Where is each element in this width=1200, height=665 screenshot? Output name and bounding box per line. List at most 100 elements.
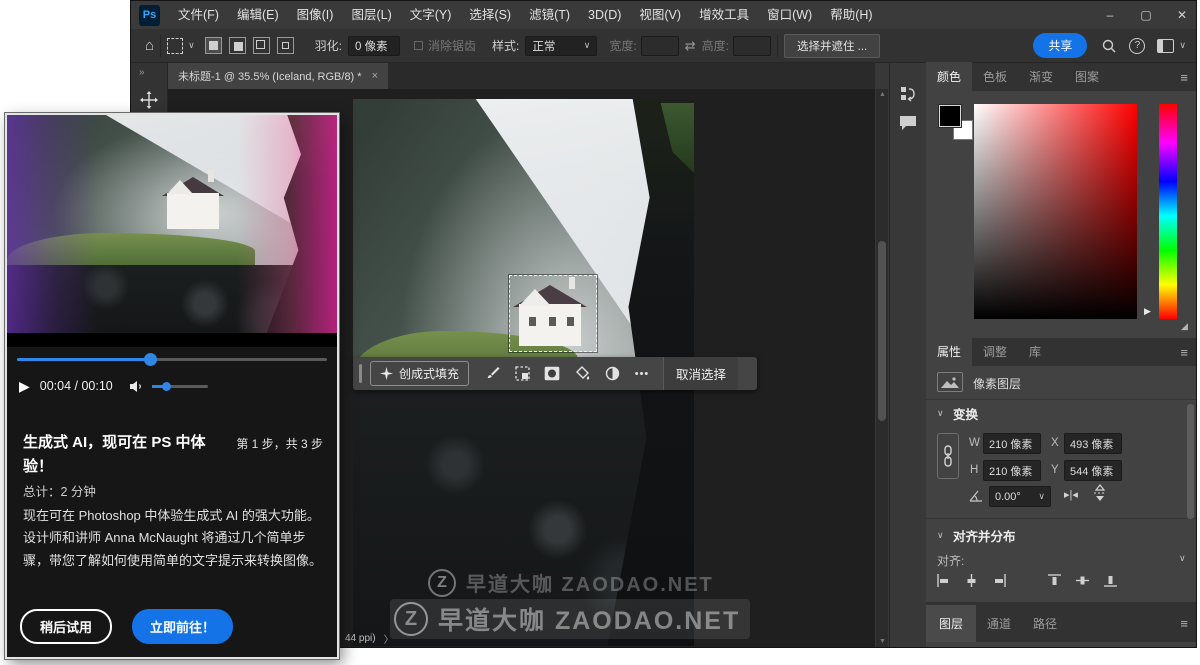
align-vertical-centers-icon[interactable] xyxy=(1074,572,1091,589)
menu-view[interactable]: 视图(V) xyxy=(630,1,690,29)
align-section-header[interactable]: 对齐并分布 xyxy=(953,526,1016,545)
close-button[interactable]: ✕ xyxy=(1165,1,1199,29)
play-icon[interactable]: ▶ xyxy=(19,378,30,395)
marquee-tool-icon[interactable] xyxy=(167,38,183,54)
vertical-scrollbar[interactable]: ▲ ▼ xyxy=(876,89,888,647)
menu-window[interactable]: 窗口(W) xyxy=(758,1,821,29)
deselect-button[interactable]: 取消选择 xyxy=(663,357,738,390)
move-tool-icon[interactable] xyxy=(139,90,167,110)
collapse-icon[interactable]: ∨ xyxy=(937,408,944,419)
tab-close-icon[interactable]: × xyxy=(372,70,378,82)
select-subject-icon[interactable] xyxy=(507,366,537,381)
align-right-edges-icon[interactable] xyxy=(991,572,1008,589)
color-field-marker[interactable]: ◢ xyxy=(1181,321,1188,332)
align-left-edges-icon[interactable] xyxy=(935,572,952,589)
w-label: W xyxy=(969,437,980,449)
x-input[interactable]: 493 像素 xyxy=(1064,433,1122,454)
tab-layers[interactable]: 图层 xyxy=(926,605,976,642)
angle-select[interactable]: 0.00°∨ xyxy=(989,486,1051,507)
selection-mode-intersect[interactable] xyxy=(277,37,294,54)
drag-handle[interactable] xyxy=(359,364,362,383)
align-horizontal-centers-icon[interactable] xyxy=(963,572,980,589)
menu-select[interactable]: 选择(S) xyxy=(460,1,520,29)
y-input[interactable]: 544 像素 xyxy=(1064,460,1122,481)
chevron-down-icon[interactable]: ∨ xyxy=(1179,40,1186,51)
menu-image[interactable]: 图像(I) xyxy=(288,1,343,29)
tab-properties[interactable]: 属性 xyxy=(926,337,972,366)
menu-plugins[interactable]: 增效工具 xyxy=(690,1,758,29)
menu-3d[interactable]: 3D(D) xyxy=(579,1,630,29)
selection-mode-new[interactable] xyxy=(205,37,222,54)
tools-overflow-icon[interactable]: » xyxy=(131,63,167,78)
hue-slider[interactable] xyxy=(1159,104,1177,319)
w-input[interactable]: 210 像素 xyxy=(983,433,1041,454)
mask-icon[interactable] xyxy=(537,366,567,381)
feather-input[interactable]: 0 像素 xyxy=(348,36,400,56)
tab-patterns[interactable]: 图案 xyxy=(1064,62,1110,91)
transform-section-header[interactable]: 变换 xyxy=(953,404,978,423)
chevron-down-icon[interactable]: ∨ xyxy=(188,40,195,51)
home-icon[interactable]: ⌂ xyxy=(145,37,154,54)
menu-layer[interactable]: 图层(L) xyxy=(342,1,400,29)
collapse-icon[interactable]: ∨ xyxy=(937,530,944,541)
menu-file[interactable]: 文件(F) xyxy=(169,1,228,29)
tab-channels[interactable]: 通道 xyxy=(976,605,1022,642)
volume-slider[interactable] xyxy=(152,385,208,388)
fill-bucket-icon[interactable] xyxy=(567,366,597,381)
panel-menu-icon[interactable]: ≡ xyxy=(1180,345,1188,360)
video-progress-bar[interactable] xyxy=(17,358,327,361)
more-options-icon[interactable]: ••• xyxy=(627,368,657,380)
search-icon[interactable] xyxy=(1101,38,1117,54)
link-dimensions-button[interactable] xyxy=(937,433,959,479)
volume-icon[interactable] xyxy=(129,380,144,393)
comments-icon[interactable] xyxy=(899,115,926,131)
swap-dimensions-icon[interactable]: ⇄ xyxy=(685,38,696,54)
minimize-button[interactable]: – xyxy=(1093,1,1127,29)
foreground-color-swatch[interactable] xyxy=(939,105,961,127)
try-later-button[interactable]: 稍后试用 xyxy=(20,609,112,644)
tab-adjustments[interactable]: 调整 xyxy=(972,337,1018,366)
adjustment-icon[interactable] xyxy=(597,366,627,381)
generative-fill-button[interactable]: 创成式填充 xyxy=(370,361,469,386)
selection-mode-add[interactable] xyxy=(229,37,246,54)
maximize-button[interactable]: ▢ xyxy=(1129,1,1163,29)
tab-paths[interactable]: 路径 xyxy=(1022,605,1068,642)
menu-type[interactable]: 文字(Y) xyxy=(401,1,461,29)
menu-edit[interactable]: 编辑(E) xyxy=(228,1,288,29)
antialias-checkbox[interactable] xyxy=(414,41,423,50)
align-top-edges-icon[interactable] xyxy=(1046,572,1063,589)
select-and-mask-button[interactable]: 选择并遮住 ... xyxy=(784,34,880,58)
align-bottom-edges-icon[interactable] xyxy=(1102,572,1119,589)
volume-handle[interactable] xyxy=(162,382,171,391)
help-icon[interactable]: ? xyxy=(1129,38,1145,54)
menu-help[interactable]: 帮助(H) xyxy=(821,1,881,29)
tab-gradients[interactable]: 渐变 xyxy=(1018,62,1064,91)
panel-scrollbar-thumb[interactable] xyxy=(1187,404,1194,519)
menu-filter[interactable]: 滤镜(T) xyxy=(520,1,579,29)
style-select[interactable]: 正常∨ xyxy=(525,36,597,56)
scroll-down-icon[interactable]: ▼ xyxy=(879,638,886,645)
tab-swatches[interactable]: 色板 xyxy=(972,62,1018,91)
flip-vertical-icon[interactable] xyxy=(1093,484,1107,502)
h-input[interactable]: 210 像素 xyxy=(983,460,1041,481)
tutorial-video[interactable] xyxy=(7,115,337,347)
workspace-icon[interactable] xyxy=(1157,39,1174,53)
flip-horizontal-icon[interactable]: ▸|◂ xyxy=(1064,488,1078,501)
panel-menu-icon[interactable]: ≡ xyxy=(1180,616,1188,631)
saturation-brightness-field[interactable] xyxy=(974,104,1137,319)
document-tab-bar: 未标题-1 @ 35.5% (Iceland, RGB/8) * × xyxy=(168,63,875,89)
progress-handle[interactable] xyxy=(144,353,157,366)
share-button[interactable]: 共享 xyxy=(1033,33,1087,58)
go-now-button[interactable]: 立即前往！ xyxy=(132,609,233,644)
scrollbar-thumb[interactable] xyxy=(878,241,886,421)
tab-color[interactable]: 颜色 xyxy=(926,62,972,91)
panel-menu-icon[interactable]: ≡ xyxy=(1180,70,1188,85)
hue-slider-marker[interactable]: ▶ xyxy=(1144,306,1151,317)
document-tab[interactable]: 未标题-1 @ 35.5% (Iceland, RGB/8) * × xyxy=(168,63,388,89)
tab-libraries[interactable]: 库 xyxy=(1018,337,1052,366)
scroll-up-icon[interactable]: ▲ xyxy=(879,91,886,98)
guided-learning-icon[interactable] xyxy=(899,85,926,103)
brush-icon[interactable] xyxy=(477,366,507,381)
collapse-icon[interactable]: ∨ xyxy=(1179,553,1186,564)
selection-mode-subtract[interactable] xyxy=(253,37,270,54)
